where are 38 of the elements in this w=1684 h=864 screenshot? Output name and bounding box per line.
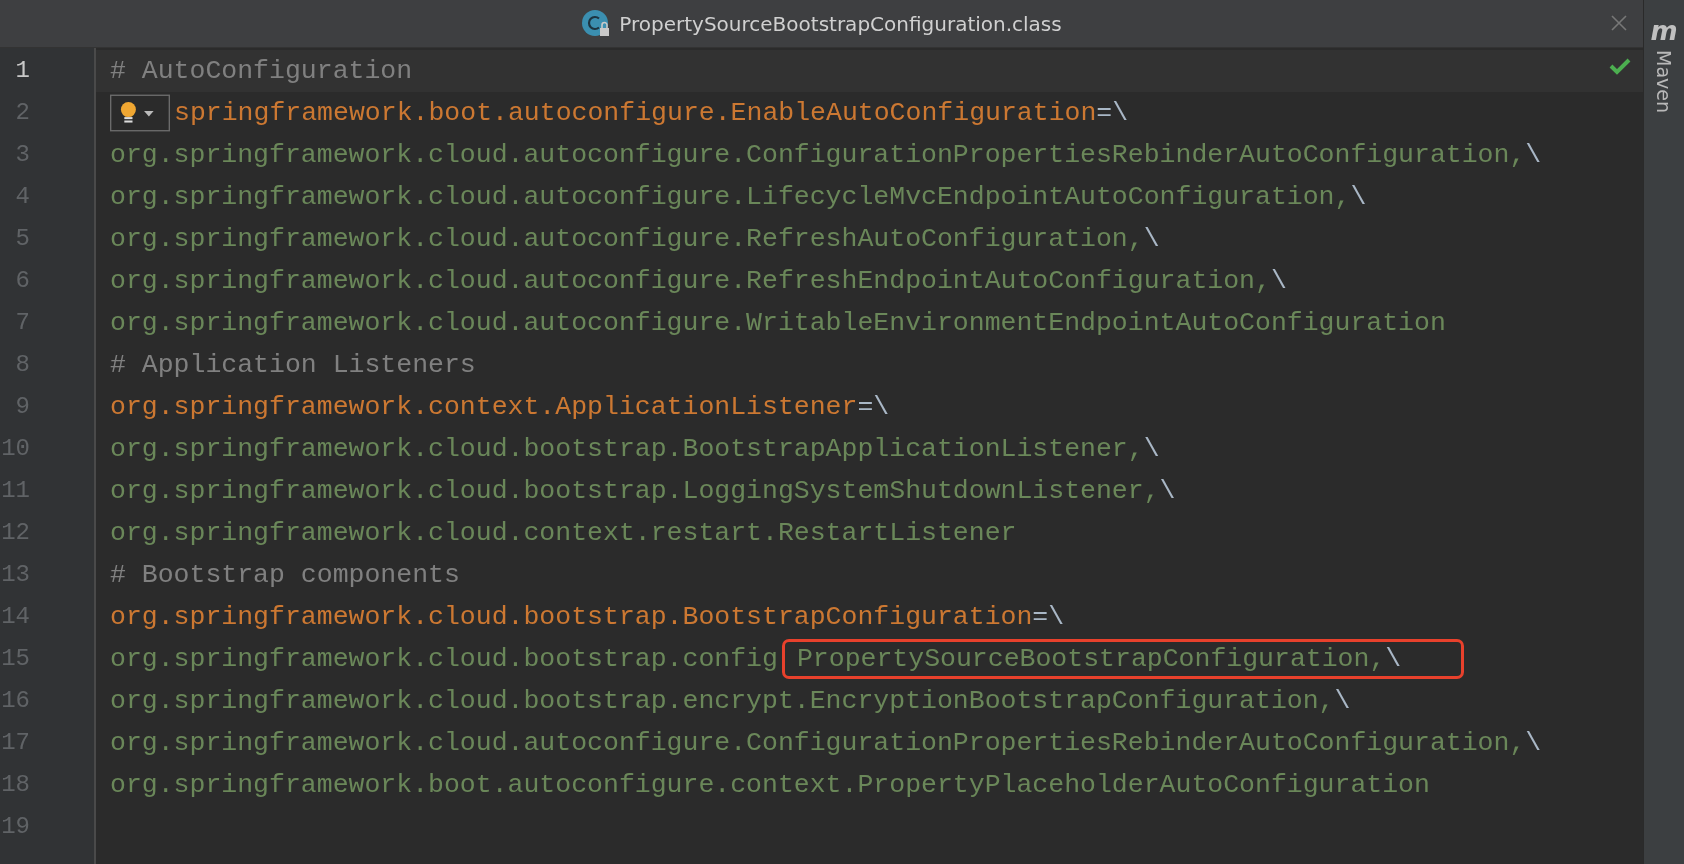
code-text: org.springframework.cloud.bootstrap.LoggingSystemShutdownListener,: [110, 476, 1160, 506]
code-text: # AutoConfiguration: [110, 56, 413, 86]
code-text: PropertySourceBootstrapConfiguration,: [796, 644, 1386, 674]
maven-tab[interactable]: Maven: [1653, 50, 1675, 113]
code-text: org.springframework.cloud.bootstrap.BootstrapApplicationListener,: [110, 434, 1144, 464]
line-continuation: \: [1525, 728, 1542, 758]
editor-tab[interactable]: PropertySourceBootstrapConfiguration.class: [577, 0, 1066, 47]
checkmark-icon: [1609, 57, 1631, 75]
logo-letter[interactable]: m: [1650, 18, 1678, 44]
code-text: org.springframework.boot.autoconfigure.context.PropertyPlaceholderAutoConfiguration: [110, 770, 1430, 800]
code-text: org.springframework.cloud.context.restart.RestartListener: [110, 518, 1017, 548]
line-continuation: \: [1143, 224, 1160, 254]
line-continuation: \: [1525, 140, 1542, 170]
code-text: org.springframework.cloud.autoconfigure.ConfigurationPropertiesRebinderAutoConfiguration,: [110, 140, 1526, 170]
line-continuation: =\: [1096, 98, 1129, 128]
code-text: # Application Listeners: [110, 350, 476, 380]
code-text: org.springframework.context.ApplicationListener: [110, 392, 858, 422]
line-continuation: \: [1334, 686, 1351, 716]
code-text: org.springframework.cloud.autoconfigure.WritableEnvironmentEndpointAutoConfiguration: [110, 308, 1446, 338]
code-text: org.springframework.cloud.bootstrap.BootstrapConfiguration: [110, 602, 1033, 632]
code-text: org.springframework.cloud.autoconfigure.ConfigurationPropertiesRebinderAutoConfiguration,: [110, 728, 1526, 758]
class-file-icon: [581, 8, 612, 39]
line-continuation: \: [1143, 434, 1160, 464]
line-continuation: \: [1385, 644, 1402, 674]
code-text: org.springframework.cloud.bootstrap.encrypt.EncryptionBootstrapConfiguration,: [110, 686, 1335, 716]
line-number: 1: [14, 56, 30, 86]
code-text: org.springframework.cloud.autoconfigure.LifecycleMvcEndpointAutoConfiguration,: [110, 182, 1351, 212]
line-continuation: \: [1159, 476, 1176, 506]
code-text: springframework.boot.autoconfigure.EnableAutoConfiguration: [174, 98, 1097, 128]
line-continuation: =\: [857, 392, 890, 422]
code-text: org.springframework.cloud.autoconfigure.RefreshAutoConfiguration,: [110, 224, 1144, 254]
line-continuation: \: [1350, 182, 1367, 212]
code-text: org.springframework.cloud.bootstrap.config: [110, 644, 778, 674]
line-continuation: =\: [1032, 602, 1065, 632]
lightbulb-icon[interactable]: [110, 93, 170, 133]
code-text: # Bootstrap components: [110, 560, 460, 590]
code-text: org.springframework.cloud.autoconfigure.RefreshEndpointAutoConfiguration,: [110, 266, 1271, 296]
line-continuation: \: [1270, 266, 1287, 296]
